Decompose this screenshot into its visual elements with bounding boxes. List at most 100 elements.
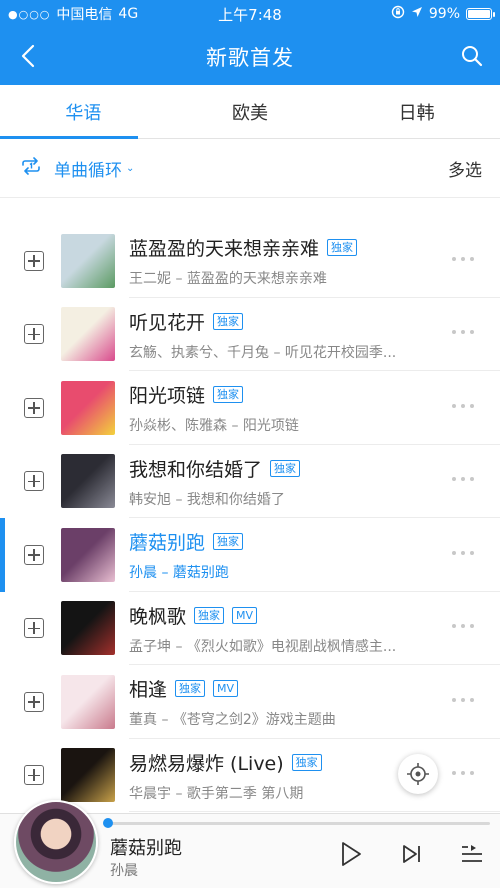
battery-percent: 99% <box>428 6 460 22</box>
song-title-line: 听见花开 独家 <box>129 308 440 335</box>
song-subtitle: 韩安旭 – 我想和你结婚了 <box>129 491 285 508</box>
song-title: 我想和你结婚了 <box>129 458 263 481</box>
song-title: 晚枫歌 <box>129 605 187 628</box>
add-to-playlist-icon[interactable] <box>24 324 44 345</box>
search-icon[interactable] <box>456 40 488 72</box>
song-subtitle: 王二妮 – 蓝盈盈的天来想亲亲难 <box>129 271 327 287</box>
album-cover <box>61 527 115 582</box>
repeat-one-icon <box>20 156 42 180</box>
playlist-icon[interactable] <box>459 842 485 866</box>
more-options-icon[interactable] <box>452 403 474 408</box>
more-dot <box>470 550 474 555</box>
exclusive-badge: 独家 <box>194 606 225 624</box>
song-title-line: 蘑菇别跑 独家 <box>129 528 440 555</box>
mv-badge[interactable]: MV <box>213 680 239 697</box>
mv-badge[interactable]: MV <box>232 606 258 624</box>
region-tabs: 华语 欧美 日韩 <box>0 85 500 139</box>
more-dot <box>470 330 474 335</box>
play-mode-label: 单曲循环 <box>54 160 122 181</box>
more-options-icon[interactable] <box>452 477 474 482</box>
network-type: 4G <box>118 6 139 22</box>
more-options-icon[interactable] <box>452 256 474 261</box>
song-title-line: 阳光项链 独家 <box>129 381 440 408</box>
locate-current-button[interactable] <box>398 754 438 794</box>
add-to-playlist-icon[interactable] <box>24 397 44 418</box>
more-dot <box>452 330 456 335</box>
song-subtitle: 孟子坤 – 《烈火如歌》电视剧战枫情感主... <box>129 638 397 655</box>
tab-chinese[interactable]: 华语 <box>0 85 167 138</box>
album-cover <box>61 233 115 288</box>
more-dot <box>461 624 465 629</box>
multi-select-button[interactable]: 多选 <box>448 156 482 181</box>
next-icon[interactable] <box>400 842 424 866</box>
more-dot <box>452 697 456 702</box>
song-row[interactable]: 相逢 独家 MV 董真 – 《苍穹之剑2》游戏主题曲 <box>0 665 500 739</box>
more-dot <box>452 477 456 482</box>
exclusive-badge: 独家 <box>327 239 358 256</box>
more-dot <box>470 403 474 408</box>
exclusive-badge: 独家 <box>213 312 244 330</box>
more-options-icon[interactable] <box>452 550 474 555</box>
add-to-playlist-icon[interactable] <box>24 471 44 492</box>
chevron-down-icon: ⌄ <box>126 162 135 174</box>
more-options-icon[interactable] <box>452 697 474 702</box>
album-cover <box>61 454 115 509</box>
tab-western[interactable]: 欧美 <box>167 85 334 138</box>
song-subtitle: 华晨宇 – 歌手第二季 第八期 <box>129 785 304 802</box>
add-to-playlist-icon[interactable] <box>24 765 44 786</box>
song-title: 听见花开 <box>129 311 206 334</box>
song-row[interactable]: 阳光项链 独家孙焱彬、陈雅森 – 阳光项链 <box>0 371 500 445</box>
progress-knob[interactable] <box>103 818 113 828</box>
album-cover <box>61 674 115 729</box>
add-to-playlist-icon[interactable] <box>24 250 44 271</box>
more-dot <box>452 550 456 555</box>
battery-level <box>468 10 490 18</box>
song-row[interactable]: 蘑菇别跑 独家 孙晨 – 蘑菇别跑 <box>0 518 500 592</box>
more-options-icon[interactable] <box>452 771 474 776</box>
page-title: 新歌首发 <box>206 45 294 70</box>
album-cover <box>61 380 115 435</box>
more-dot <box>470 256 474 261</box>
album-cover <box>61 307 115 362</box>
signal-strength: ●○○○ <box>8 7 51 21</box>
play-icon[interactable] <box>337 840 365 868</box>
nav-bar: 新歌首发 <box>0 28 500 85</box>
tab-japanese-korean[interactable]: 日韩 <box>333 85 500 138</box>
more-dot <box>452 624 456 629</box>
song-row[interactable]: 听见花开 独家 玄觞、执素兮、千月兔 – 听见花开校园季... <box>0 298 500 371</box>
more-options-icon[interactable] <box>452 330 474 335</box>
more-dot <box>470 697 474 702</box>
now-playing-cover[interactable] <box>14 800 98 884</box>
song-title-line: 我想和你结婚了 独家 <box>129 455 440 482</box>
exclusive-badge: 独家 <box>213 533 244 550</box>
now-playing-title: 蘑菇别跑 <box>110 838 182 859</box>
mini-player[interactable]: 蘑菇别跑 孙晨 <box>0 800 500 888</box>
song-row[interactable]: 晚枫歌 独家 MV 孟子坤 – 《烈火如歌》电视剧战枫情感主... <box>0 592 500 665</box>
battery-icon <box>466 8 495 20</box>
now-playing-artist: 孙晨 <box>110 863 138 879</box>
album-cover <box>61 748 115 803</box>
song-title: 蓝盈盈的天来想亲亲难 <box>129 238 320 260</box>
add-to-playlist-icon[interactable] <box>24 691 44 712</box>
more-dot <box>461 330 465 335</box>
song-subtitle: 孙焱彬、陈雅森 – 阳光项链 <box>129 418 299 434</box>
crosshair-icon <box>407 763 429 785</box>
play-mode-button[interactable]: 单曲循环 ⌄ <box>20 156 134 181</box>
progress-bar[interactable] <box>103 818 490 828</box>
location-arrow-icon <box>411 6 423 22</box>
song-row[interactable]: 我想和你结婚了 独家韩安旭 – 我想和你结婚了 <box>0 445 500 518</box>
exclusive-badge: 独家 <box>175 680 206 697</box>
add-to-playlist-icon[interactable] <box>24 618 44 639</box>
more-dot <box>461 256 465 261</box>
add-to-playlist-icon[interactable] <box>24 544 44 565</box>
more-dot <box>470 624 474 629</box>
song-title: 易燃易爆炸 (Live) <box>129 752 284 775</box>
more-dot <box>452 403 456 408</box>
more-options-icon[interactable] <box>452 624 474 629</box>
rotation-lock-icon <box>391 5 405 23</box>
exclusive-badge: 独家 <box>270 459 301 477</box>
song-row[interactable]: 蓝盈盈的天来想亲亲难 独家 王二妮 – 蓝盈盈的天来想亲亲难 <box>0 224 500 298</box>
back-arrow-icon[interactable] <box>10 38 46 74</box>
song-title-line: 易燃易爆炸 (Live) 独家 <box>129 749 440 776</box>
song-subtitle: 董真 – 《苍穹之剑2》游戏主题曲 <box>129 712 336 728</box>
